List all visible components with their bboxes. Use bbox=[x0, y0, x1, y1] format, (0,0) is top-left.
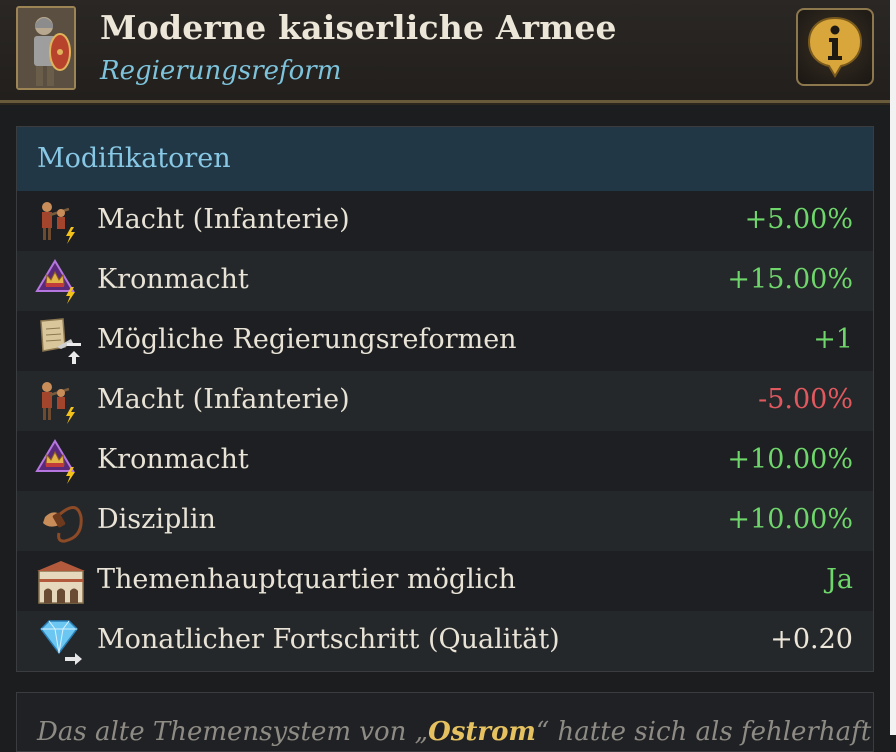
modifier-label: Macht (Infanterie) bbox=[97, 384, 350, 415]
modifier-row[interactable]: Macht (Infanterie) -5.00% bbox=[17, 371, 873, 431]
modifiers-panel: Modifikatoren Macht (Infanterie) +5.00% … bbox=[16, 126, 874, 672]
description-text: Das alte Themensystem von „Ostrom“ hatte… bbox=[37, 717, 871, 747]
modifier-row[interactable]: Mögliche Regierungsreformen +1 bbox=[17, 311, 873, 371]
modifier-value: -5.00% bbox=[758, 384, 853, 415]
modifiers-heading: Modifikatoren bbox=[37, 143, 231, 174]
modifier-value: +10.00% bbox=[727, 504, 853, 535]
modifier-label: Macht (Infanterie) bbox=[97, 204, 350, 235]
crown-power-icon bbox=[35, 259, 75, 304]
modifier-label: Monatlicher Fortschritt (Qualität) bbox=[97, 624, 560, 655]
modifier-row[interactable]: Kronmacht +10.00% bbox=[17, 431, 873, 491]
modifier-label: Themenhauptquartier möglich bbox=[97, 564, 516, 595]
scroll-reform-icon bbox=[40, 318, 81, 364]
description-after: “ hatte sich als fehlerhaft bbox=[535, 717, 872, 747]
whip-discipline-icon bbox=[43, 506, 83, 543]
info-icon bbox=[807, 16, 863, 78]
modifier-row[interactable]: Macht (Infanterie) +5.00% bbox=[17, 191, 873, 251]
info-button[interactable] bbox=[796, 8, 874, 86]
modifier-label: Kronmacht bbox=[97, 444, 249, 475]
modifier-row[interactable]: Kronmacht +15.00% bbox=[17, 251, 873, 311]
crown-power-icon bbox=[35, 439, 75, 484]
modifier-value: Ja bbox=[826, 564, 853, 595]
building-hq-icon bbox=[37, 561, 85, 604]
window-edge bbox=[890, 0, 896, 735]
reform-category: Regierungsreform bbox=[100, 56, 342, 86]
description-before: Das alte Themensystem von „ bbox=[37, 717, 429, 747]
modifier-label: Mögliche Regierungsreformen bbox=[97, 324, 517, 355]
diamond-quality-icon bbox=[40, 620, 82, 665]
modifier-value: +1 bbox=[813, 324, 853, 355]
modifier-row[interactable]: Themenhauptquartier möglich Ja bbox=[17, 551, 873, 611]
modifier-label: Disziplin bbox=[97, 504, 216, 535]
modifier-value: +0.20 bbox=[770, 624, 853, 655]
modifier-row[interactable]: Monatlicher Fortschritt (Qualität) +0.20 bbox=[17, 611, 873, 671]
modifier-value: +10.00% bbox=[727, 444, 853, 475]
description-highlight[interactable]: Ostrom bbox=[428, 717, 536, 747]
modifier-row[interactable]: Disziplin +10.00% bbox=[17, 491, 873, 551]
soldier-portrait-icon bbox=[16, 6, 76, 90]
modifier-label: Kronmacht bbox=[97, 264, 249, 295]
modifier-value: +5.00% bbox=[744, 204, 853, 235]
reform-title: Moderne kaiserliche Armee bbox=[100, 8, 617, 47]
header-bar: Moderne kaiserliche Armee Regierungsrefo… bbox=[0, 0, 890, 103]
modifier-value: +15.00% bbox=[727, 264, 853, 295]
infantry-icon bbox=[42, 202, 75, 244]
modifiers-heading-bar: Modifikatoren bbox=[17, 127, 873, 191]
description-panel: Das alte Themensystem von „Ostrom“ hatte… bbox=[16, 692, 874, 752]
infantry-icon bbox=[42, 382, 75, 424]
